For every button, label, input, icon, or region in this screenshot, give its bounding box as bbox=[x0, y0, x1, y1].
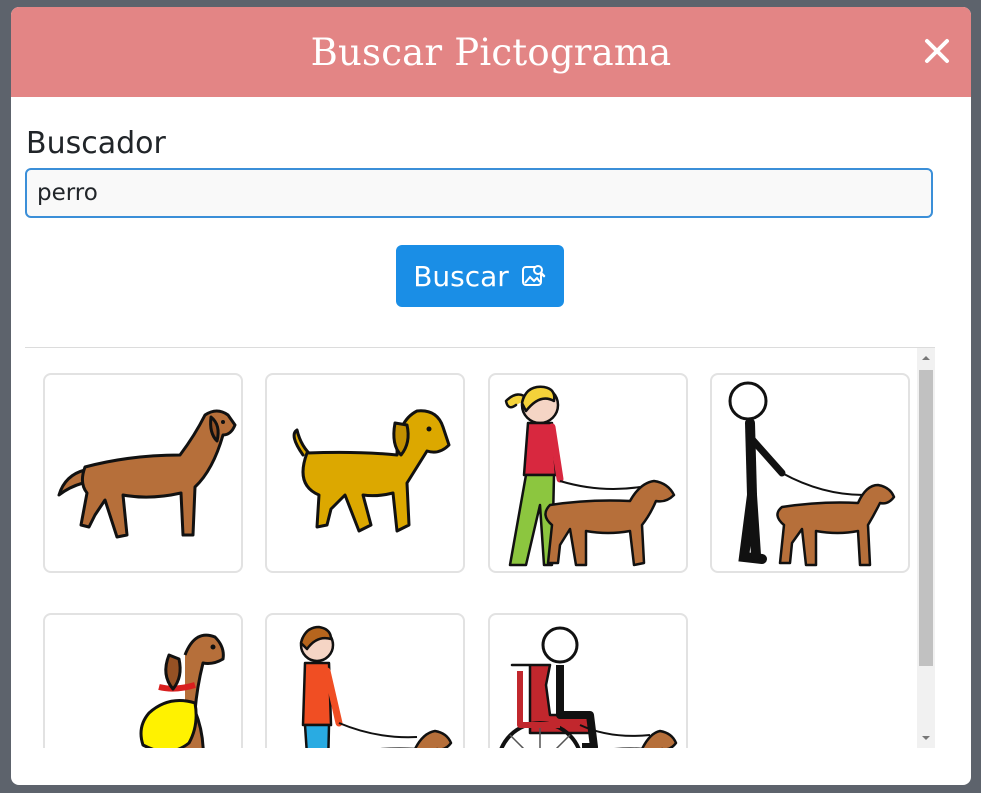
pictogram-card[interactable] bbox=[265, 373, 465, 573]
scrollbar-thumb[interactable] bbox=[919, 370, 933, 666]
search-button-label: Buscar bbox=[413, 259, 509, 293]
search-label: Buscador bbox=[26, 126, 166, 161]
image-search-icon bbox=[521, 265, 546, 286]
close-button[interactable] bbox=[921, 35, 953, 67]
pictogram-card[interactable] bbox=[43, 613, 243, 748]
pictogram-card[interactable] bbox=[43, 373, 243, 573]
dog-standing-icon bbox=[57, 409, 237, 539]
scroll-up-arrow-icon[interactable] bbox=[917, 350, 935, 366]
yellow-dog-icon bbox=[292, 409, 451, 533]
pictogram-card[interactable] bbox=[488, 373, 688, 573]
modal-header: Buscar Pictograma bbox=[11, 7, 971, 97]
pictogram-card[interactable] bbox=[710, 373, 910, 573]
boy-walking-dog-icon bbox=[299, 625, 453, 748]
girl-walking-dog-icon bbox=[504, 385, 676, 567]
scroll-down-arrow-icon[interactable] bbox=[917, 730, 935, 746]
close-icon bbox=[925, 39, 949, 63]
guide-dog-harness-icon bbox=[139, 633, 225, 748]
search-input[interactable] bbox=[25, 168, 933, 218]
modal-title: Buscar Pictograma bbox=[310, 30, 672, 74]
results-scrollbar[interactable] bbox=[917, 348, 935, 748]
search-button[interactable]: Buscar bbox=[396, 245, 564, 307]
pictogram-card[interactable] bbox=[265, 613, 465, 748]
results-grid bbox=[25, 348, 935, 748]
person-walking-dog-icon bbox=[728, 381, 896, 567]
pictogram-card[interactable] bbox=[488, 613, 688, 748]
wheelchair-user-with-dog-icon bbox=[499, 626, 678, 748]
